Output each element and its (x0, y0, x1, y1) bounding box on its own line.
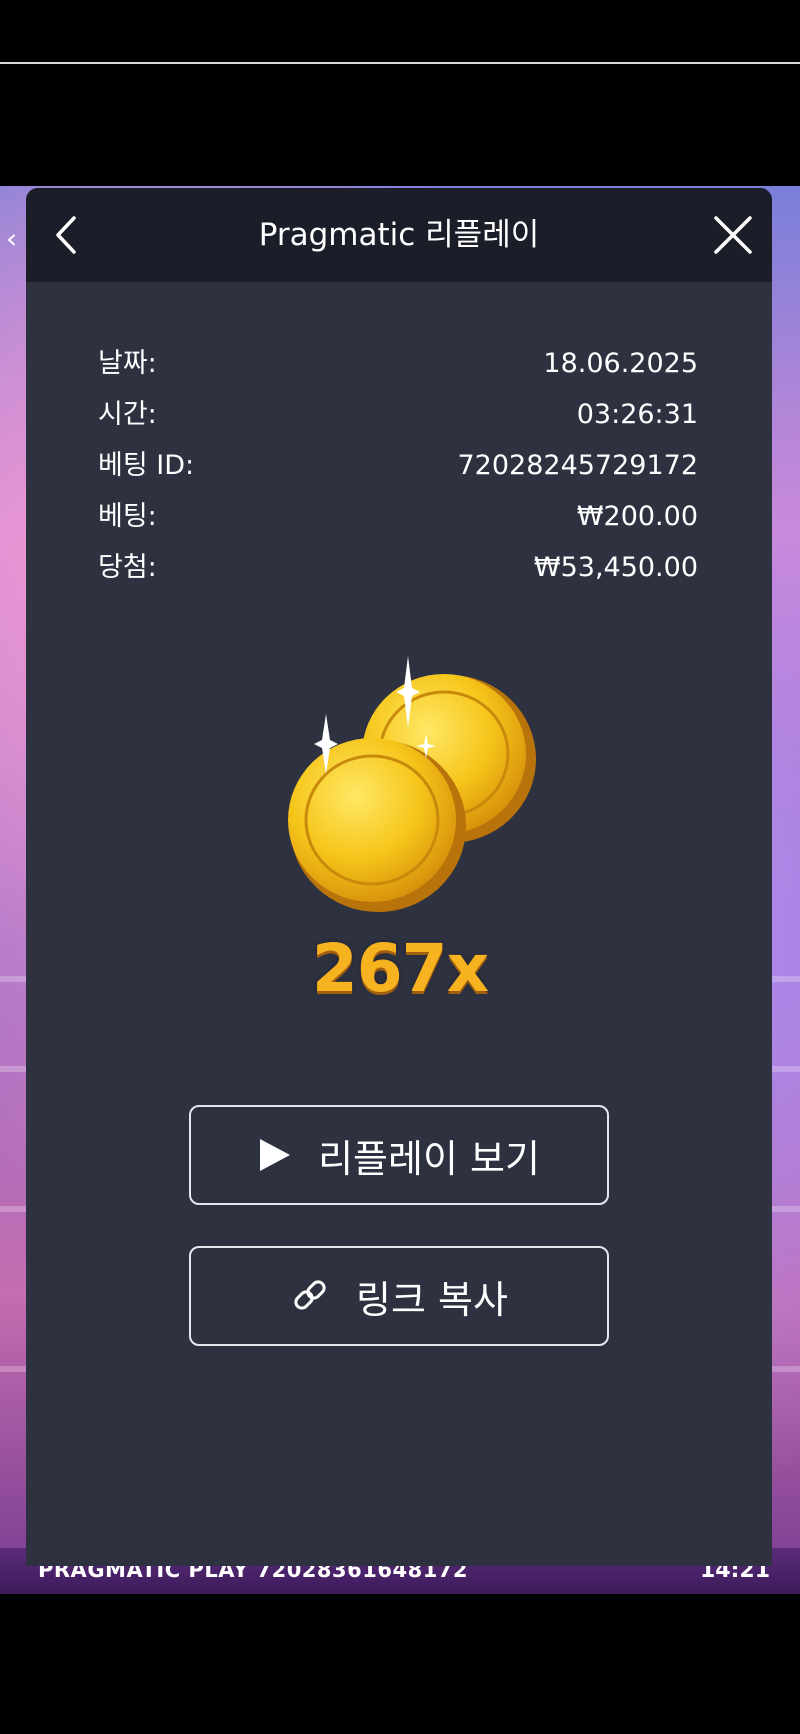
replay-modal: Pragmatic 리플레이 날짜: 18.06.2025 시간: 03:26:… (26, 188, 772, 1566)
link-icon (290, 1276, 330, 1316)
gold-coins-icon (288, 656, 536, 912)
detail-row-bet: 베팅: ₩200.00 (98, 491, 698, 542)
detail-label: 베팅 ID: (98, 450, 195, 481)
detail-value: ₩200.00 (576, 501, 698, 532)
background-chevron-left-icon: ‹ (6, 222, 18, 255)
detail-value: 03:26:31 (576, 399, 698, 430)
copy-link-label: 링크 복사 (356, 1277, 508, 1322)
play-icon (258, 1137, 292, 1173)
detail-label: 날짜: (98, 348, 157, 379)
modal-header: Pragmatic 리플레이 (26, 188, 772, 282)
detail-label: 시간: (98, 399, 157, 430)
close-button[interactable] (708, 210, 758, 260)
win-multiplier: 267x (311, 930, 489, 1007)
detail-row-bet-id: 베팅 ID: 72028245729172 (98, 440, 698, 491)
detail-label: 당첨: (98, 552, 157, 583)
detail-label: 베팅: (98, 501, 157, 532)
close-icon (714, 216, 752, 254)
detail-row-time: 시간: 03:26:31 (98, 389, 698, 440)
detail-row-win: 당첨: ₩53,450.00 (98, 542, 698, 593)
copy-link-button[interactable]: 링크 복사 (189, 1246, 609, 1346)
detail-value: 18.06.2025 (543, 348, 698, 379)
chevron-left-icon (56, 216, 76, 254)
back-button[interactable] (44, 210, 94, 260)
detail-value: ₩53,450.00 (533, 552, 698, 583)
status-divider (0, 62, 800, 64)
watch-replay-label: 리플레이 보기 (318, 1136, 540, 1181)
detail-value: 72028245729172 (457, 450, 699, 481)
modal-title: Pragmatic 리플레이 (258, 217, 540, 253)
bet-details: 날짜: 18.06.2025 시간: 03:26:31 베팅 ID: 72028… (98, 338, 698, 593)
detail-row-date: 날짜: 18.06.2025 (98, 338, 698, 389)
watch-replay-button[interactable]: 리플레이 보기 (189, 1105, 609, 1205)
